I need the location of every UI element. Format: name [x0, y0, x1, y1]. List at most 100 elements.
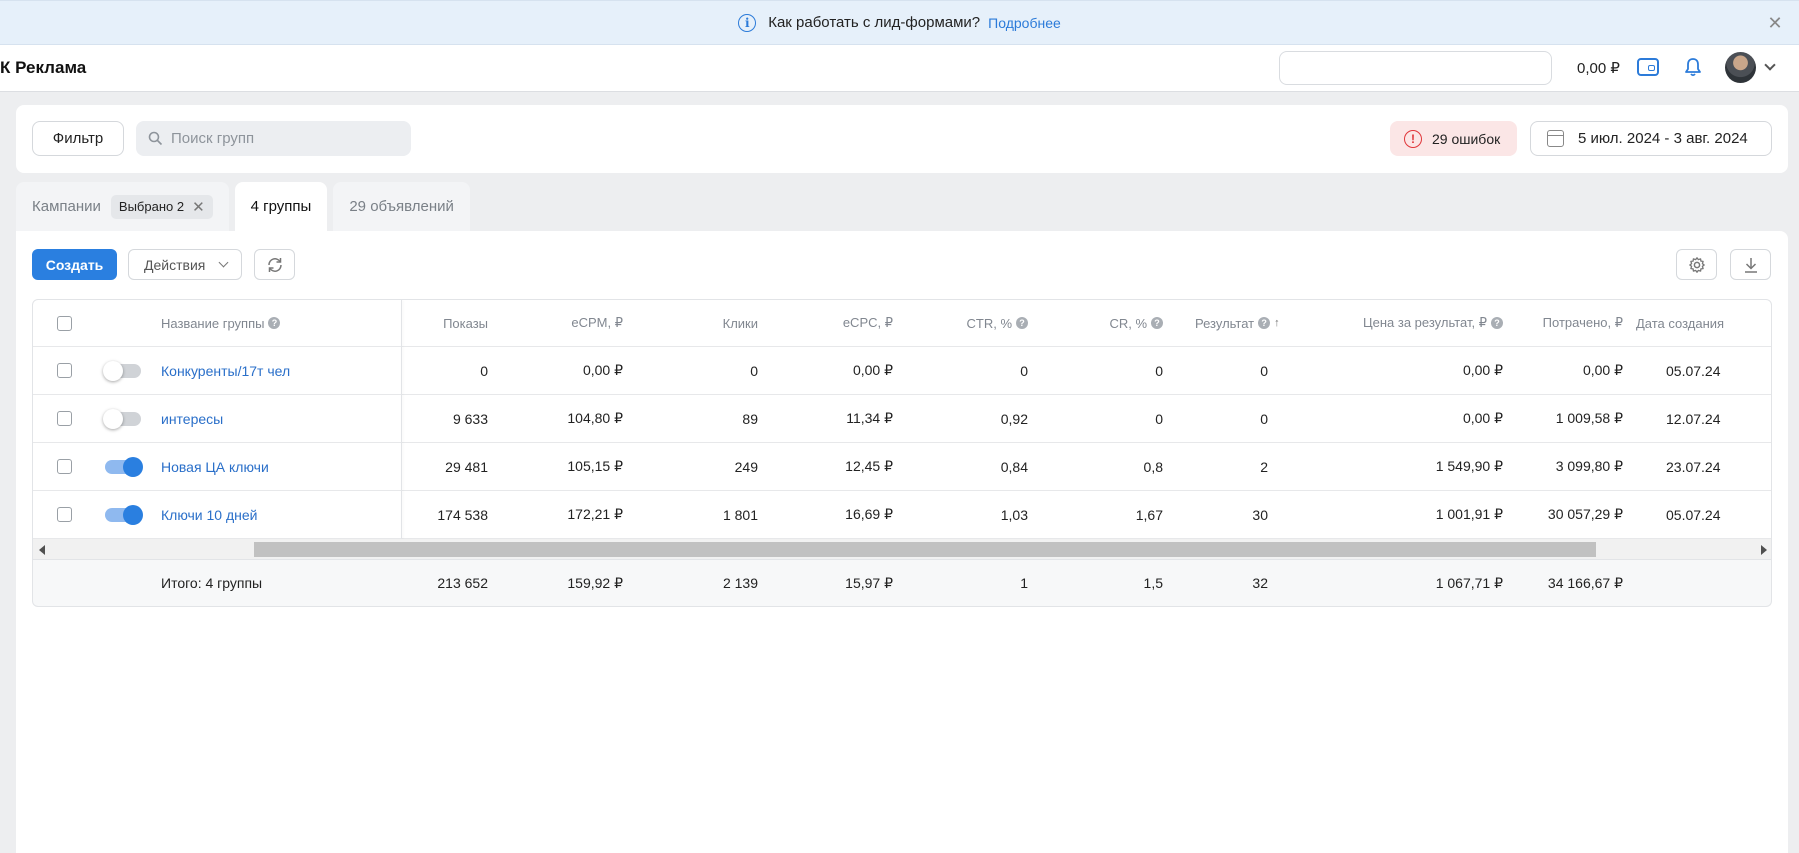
col-ctr[interactable]: CTR, %?: [898, 300, 1028, 346]
totals-ecpm: 159,92 ₽: [567, 574, 623, 591]
cell-clicks: 89: [742, 410, 758, 427]
totals-label: Итого: 4 группы: [161, 575, 263, 591]
status-toggle[interactable]: [103, 408, 141, 429]
cell-price: 0,00 ₽: [1462, 410, 1503, 426]
col-result-label: Результат: [1195, 315, 1255, 331]
col-ecpc[interactable]: eCPC, ₽: [763, 300, 893, 346]
table-row[interactable]: Конкуренты/17т чел 0 0,00 ₽ 0 0,00 ₽ 0 0 0 0,00 …: [33, 347, 1771, 395]
horizontal-scrollbar[interactable]: [33, 539, 1771, 559]
banner-more-link[interactable]: Подробнее: [988, 15, 1061, 31]
cell-ecpc: 0,00 ₽: [852, 362, 893, 378]
col-ecpm-label: eCPM, ₽: [571, 315, 623, 330]
search-input[interactable]: [171, 130, 391, 147]
select-all-checkbox[interactable]: [57, 315, 72, 331]
scroll-thumb[interactable]: [254, 542, 1596, 557]
tab-ads[interactable]: 29 объявлений: [333, 182, 470, 231]
actions-label: Действия: [144, 256, 206, 273]
cell-price: 1 549,90 ₽: [1435, 458, 1503, 474]
cell-ecpc: 12,45 ₽: [845, 458, 893, 474]
download-button[interactable]: [1730, 249, 1771, 280]
scroll-left-arrow-icon[interactable]: [39, 545, 45, 555]
row-checkbox[interactable]: [57, 363, 72, 378]
cell-cr: 0,8: [1143, 458, 1163, 475]
balance-value[interactable]: 0,00 ₽: [1577, 59, 1620, 77]
status-toggle[interactable]: [105, 504, 143, 525]
col-shows-label: Показы: [443, 315, 488, 331]
row-checkbox[interactable]: [57, 459, 72, 474]
groups-panel: Создать Действия Название группы? Показы: [16, 231, 1788, 853]
col-price[interactable]: Цена за результат, ₽?: [1273, 300, 1503, 346]
cell-spent: 30 057,29 ₽: [1547, 506, 1623, 522]
status-toggle[interactable]: [105, 456, 143, 477]
totals-shows: 213 652: [437, 575, 488, 591]
cell-shows: 0: [480, 362, 488, 379]
error-icon: !: [1404, 129, 1422, 148]
download-icon: [1744, 257, 1757, 273]
cell-result: 2: [1260, 458, 1268, 475]
scroll-right-arrow-icon[interactable]: [1761, 545, 1767, 555]
group-name-link[interactable]: Ключи 10 дней: [161, 507, 258, 523]
filter-button[interactable]: Фильтр: [32, 121, 124, 156]
clear-selection-icon[interactable]: ✕: [192, 198, 205, 216]
group-name-link[interactable]: интересы: [161, 411, 223, 427]
col-cr[interactable]: CR, %?: [1033, 300, 1163, 346]
tab-campaigns[interactable]: Кампании Выбрано 2 ✕: [16, 182, 229, 231]
row-checkbox[interactable]: [57, 507, 72, 522]
col-created[interactable]: Дата создания: [1636, 300, 1724, 346]
col-ecpm[interactable]: eCPM, ₽: [493, 300, 623, 346]
errors-badge[interactable]: ! 29 ошибок: [1390, 121, 1517, 156]
help-icon[interactable]: ?: [1491, 317, 1503, 329]
table-row[interactable]: Новая ЦА ключи 29 481 105,15 ₽ 249 12,45 ₽ 0,…: [33, 443, 1771, 491]
col-result[interactable]: Результат? ↑: [1195, 300, 1280, 346]
calendar-icon: [1547, 130, 1564, 147]
info-banner: i Как работать с лид-формами? Подробнее …: [0, 0, 1799, 45]
date-range-button[interactable]: 5 июл. 2024 - 3 авг. 2024: [1530, 121, 1772, 156]
group-search[interactable]: [136, 121, 411, 156]
group-name-cell: интересы: [161, 395, 223, 442]
help-icon[interactable]: ?: [1258, 317, 1271, 329]
group-name-link[interactable]: Новая ЦА ключи: [161, 459, 269, 475]
actions-dropdown[interactable]: Действия: [128, 249, 242, 280]
settings-button[interactable]: [1676, 249, 1717, 280]
chevron-down-icon[interactable]: [1764, 59, 1776, 71]
sticky-column-divider: [401, 300, 402, 540]
col-shows[interactable]: Показы: [403, 300, 488, 346]
avatar[interactable]: [1725, 52, 1756, 83]
refresh-icon: [267, 257, 282, 272]
close-banner-icon[interactable]: ✕: [1765, 13, 1785, 33]
help-icon[interactable]: ?: [1016, 317, 1028, 329]
col-name[interactable]: Название группы?: [161, 300, 281, 346]
row-toggle-cell: [103, 347, 141, 394]
refresh-button[interactable]: [254, 249, 295, 280]
cell-spent: 0,00 ₽: [1582, 362, 1623, 378]
cell-price: 1 001,91 ₽: [1435, 506, 1503, 522]
col-clicks[interactable]: Клики: [628, 300, 758, 346]
help-icon[interactable]: ?: [268, 317, 281, 329]
tab-ads-label: 29 объявлений: [349, 198, 454, 215]
search-icon: [148, 131, 163, 146]
status-toggle[interactable]: [103, 360, 141, 381]
table-row[interactable]: Ключи 10 дней 174 538 172,21 ₽ 1 801 16,69 ₽…: [33, 491, 1771, 539]
table-row[interactable]: интересы 9 633 104,80 ₽ 89 11,34 ₽ 0,92 0 0 0,00…: [33, 395, 1771, 443]
col-spent[interactable]: Потрачено, ₽: [1508, 300, 1623, 346]
create-button[interactable]: Создать: [32, 249, 117, 280]
cell-result: 0: [1260, 410, 1268, 427]
cell-cr: 0: [1155, 410, 1163, 427]
group-name-link[interactable]: Конкуренты/17т чел: [161, 363, 290, 379]
row-checkbox[interactable]: [57, 411, 72, 426]
row-select-cell: [57, 443, 72, 490]
wallet-icon[interactable]: [1637, 58, 1659, 76]
tab-groups[interactable]: 4 группы: [234, 182, 328, 231]
row-select-cell: [57, 347, 72, 394]
bell-icon[interactable]: [1684, 57, 1702, 77]
banner-text: Как работать с лид-формами?: [768, 14, 981, 31]
selected-chip-label: Выбрано 2: [118, 199, 185, 214]
logo[interactable]: К Реклама: [0, 58, 86, 78]
help-icon[interactable]: ?: [1151, 317, 1163, 329]
gear-icon: [1688, 256, 1705, 273]
cell-cr: 1,67: [1135, 506, 1163, 523]
header-search-input[interactable]: [1279, 51, 1552, 85]
col-name-label: Название группы: [161, 315, 265, 331]
group-name-cell: Ключи 10 дней: [161, 491, 258, 538]
col-cr-label: CR, %: [1109, 315, 1147, 331]
